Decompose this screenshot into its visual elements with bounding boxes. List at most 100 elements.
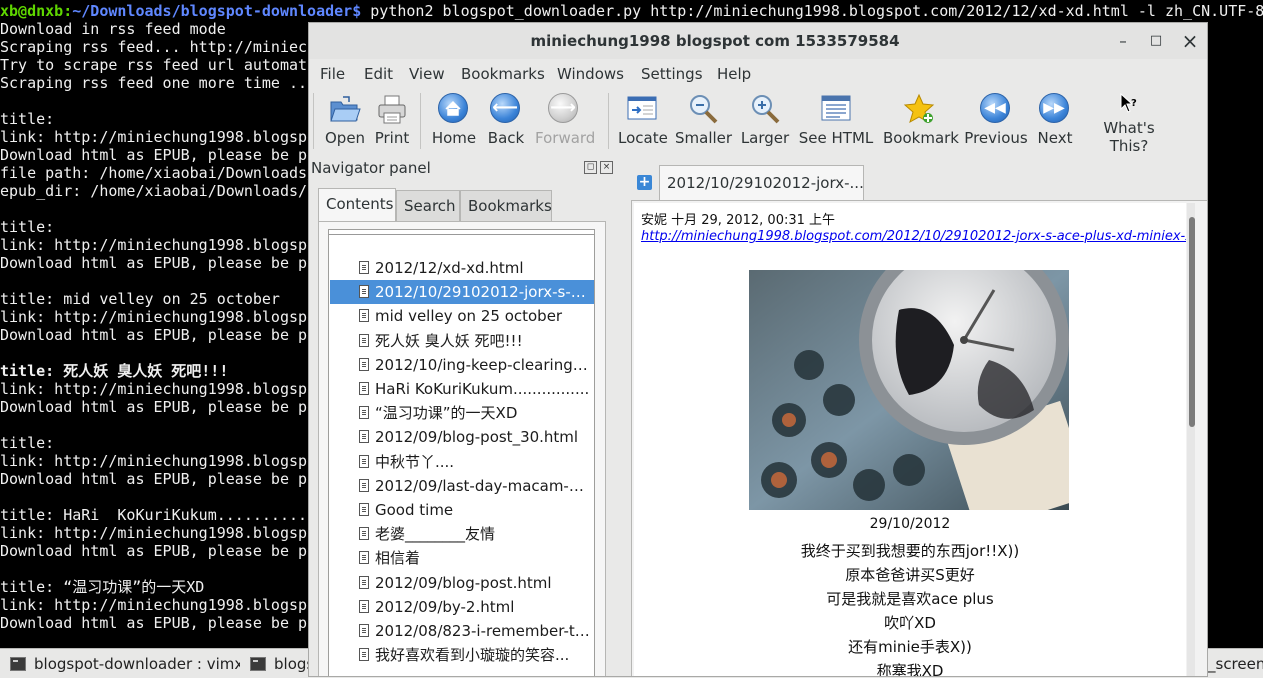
- prompt-path: ~/Downloads/blogspot-downloader$: [72, 2, 362, 20]
- post-text-line: 吹吖XD: [884, 614, 936, 632]
- contents-item[interactable]: 2012/08/823-i-remember-the-day.html: [330, 619, 594, 643]
- contents-item[interactable]: 2012/09/blog-post.html: [330, 571, 594, 595]
- taskbar-item-blogs[interactable]: blogs: [240, 652, 308, 676]
- terminal-output-line: Download html as EPUB, please be pa: [0, 146, 317, 164]
- home-button[interactable]: Home: [431, 93, 477, 147]
- menu-windows[interactable]: Windows: [557, 65, 624, 83]
- close-panel-icon[interactable]: ×: [600, 161, 613, 174]
- contents-item[interactable]: 2012/09/last-day-macam-shit.html: [330, 474, 594, 498]
- contents-item[interactable]: 相信着: [330, 546, 594, 570]
- terminal-output-line: Download html as EPUB, please be pa: [0, 470, 317, 488]
- taskbar-item-screen[interactable]: _screen: [1208, 652, 1263, 676]
- contents-item[interactable]: Good time: [330, 498, 594, 522]
- menu-view[interactable]: View: [409, 65, 445, 83]
- close-button[interactable]: ×: [1180, 31, 1200, 51]
- tab-search[interactable]: Search: [396, 190, 460, 221]
- document-icon: [359, 285, 369, 299]
- terminal-output-line: title:: [0, 218, 55, 236]
- tab-bookmarks[interactable]: Bookmarks: [460, 190, 552, 221]
- terminal-output-line: Download html as EPUB, please be pa: [0, 326, 317, 344]
- menu-bookmarks[interactable]: Bookmarks: [461, 65, 545, 83]
- locate-icon: [626, 93, 658, 125]
- menu-file[interactable]: File: [320, 65, 345, 83]
- contents-item[interactable]: 我好喜欢看到小璇璇的笑容...: [330, 643, 594, 667]
- post-text-line: 29/10/2012: [869, 516, 951, 532]
- contents-item[interactable]: 中秋节丫....: [330, 450, 594, 474]
- taskbar-item-vimx[interactable]: blogspot-downloader : vimx: [0, 652, 240, 676]
- contents-item-label: 2012/09/by-2.html: [375, 597, 515, 616]
- document-icon: [359, 624, 369, 637]
- terminal-icon: [10, 657, 26, 671]
- terminal-output-line: Download in rss feed mode: [0, 20, 226, 38]
- contents-item[interactable]: 死人妖 臭人妖 死吧!!!: [330, 329, 594, 353]
- post-text-line: 可是我就是喜欢ace plus: [826, 590, 994, 608]
- contents-item-label: HaRi KoKuriKukum................: [375, 380, 590, 398]
- back-button[interactable]: ⟵ Back: [485, 93, 527, 147]
- contents-item[interactable]: “温习功课”的一天XD: [330, 401, 594, 425]
- contents-tree[interactable]: 2012/12/xd-xd.html 2012/10/29102012-jorx-…: [328, 229, 595, 676]
- contents-item-label: 2012/09/last-day-macam-shit.html: [375, 476, 591, 495]
- tab-contents[interactable]: Contents: [318, 188, 396, 221]
- new-tab-icon[interactable]: +: [637, 175, 652, 190]
- contents-item[interactable]: HaRi KoKuriKukum................: [330, 377, 594, 401]
- toolbar-separator: [420, 93, 421, 149]
- post-author-line: 安妮 十月 29, 2012, 00:31 上午: [641, 213, 836, 228]
- contents-item[interactable]: 2012/09/by-2.html: [330, 595, 594, 619]
- zoom-out-icon: [687, 93, 719, 125]
- document-icon: [359, 599, 369, 613]
- document-icon: [359, 309, 369, 323]
- bookmark-button[interactable]: Bookmark: [883, 93, 959, 147]
- content-tab[interactable]: 2012/10/29102012-jorx-...: [659, 165, 864, 200]
- prompt-user: xb@dnxb:: [0, 2, 73, 20]
- contents-item[interactable]: 2012/12/xd-xd.html: [330, 256, 594, 280]
- terminal-output-line: title: mid velley on 25 october: [0, 290, 280, 308]
- open-button[interactable]: Open: [325, 93, 365, 147]
- contents-item[interactable]: mid velley on 25 october: [330, 304, 594, 328]
- contents-item-label: 2012/09/blog-post.html: [375, 573, 552, 592]
- see-html-label: See HTML: [798, 129, 874, 147]
- menu-help[interactable]: Help: [717, 65, 751, 83]
- contents-item[interactable]: 2012/09/blog-post_30.html: [330, 425, 594, 449]
- terminal-output-line: title:: [0, 110, 55, 128]
- taskbar-label: _screen: [1208, 655, 1263, 673]
- contents-item-label: Good time: [375, 501, 454, 519]
- float-panel-icon[interactable]: ◻: [584, 161, 597, 174]
- contents-item-label: 2012/12/xd-xd.html: [375, 259, 524, 277]
- locate-button[interactable]: Locate: [618, 93, 668, 147]
- contents-item-label: 2012/10/ing-keep-clearing.html: [375, 355, 591, 374]
- document-icon: [359, 551, 369, 565]
- contents-item-label: 2012/10/29102012-jorx-s-ace-plus-xd-mini…: [375, 283, 591, 302]
- locate-label: Locate: [618, 129, 668, 147]
- title-bar[interactable]: miniechung1998 blogspot com 1533579584 –…: [309, 23, 1207, 59]
- window-title: miniechung1998 blogspot com 1533579584: [530, 32, 900, 50]
- document-icon: [359, 382, 369, 395]
- previous-button[interactable]: ◀◀ Previous: [964, 93, 1028, 147]
- contents-item-label: 老婆________友情: [375, 525, 496, 544]
- terminal-output-line: Download html as EPUB, please be pa: [0, 398, 317, 416]
- post-link[interactable]: http://miniechung1998.blogspot.com/2012/…: [641, 229, 1186, 244]
- terminal-command-line: xb@dnxb:~/Downloads/blogspot-downloader$…: [0, 2, 1263, 20]
- whats-this-label: What's This?: [1103, 119, 1155, 155]
- maximize-button[interactable]: □: [1146, 31, 1166, 51]
- content-page[interactable]: 安妮 十月 29, 2012, 00:31 上午 http://miniechu…: [634, 203, 1186, 676]
- menu-settings[interactable]: Settings: [641, 65, 703, 83]
- post-text-line: 原本爸爸讲买S更好: [845, 566, 975, 584]
- print-button[interactable]: Print: [372, 93, 412, 147]
- contents-item-label: 相信着: [375, 549, 421, 568]
- scrollbar-thumb[interactable]: [1189, 217, 1195, 427]
- whats-this-button[interactable]: What's This?: [1083, 119, 1175, 155]
- document-icon: [359, 406, 369, 420]
- see-html-button[interactable]: See HTML: [798, 93, 874, 147]
- home-label: Home: [431, 129, 477, 147]
- zoom-in-icon: [749, 93, 781, 125]
- contents-item[interactable]: 2012/10/ing-keep-clearing.html: [330, 353, 594, 377]
- contents-item[interactable]: 老婆________友情: [330, 522, 594, 546]
- next-button[interactable]: ▶▶ Next: [1035, 93, 1075, 147]
- forward-button[interactable]: ⟶ Forward: [535, 93, 595, 147]
- menu-edit[interactable]: Edit: [364, 65, 393, 83]
- next-icon: ▶▶: [1039, 93, 1071, 125]
- zoom-in-button[interactable]: Larger: [739, 93, 791, 147]
- minimize-button[interactable]: –: [1113, 31, 1133, 51]
- zoom-out-button[interactable]: Smaller: [675, 93, 732, 147]
- contents-item[interactable]: 2012/10/29102012-jorx-s-ace-plus-xd-mini…: [330, 280, 594, 305]
